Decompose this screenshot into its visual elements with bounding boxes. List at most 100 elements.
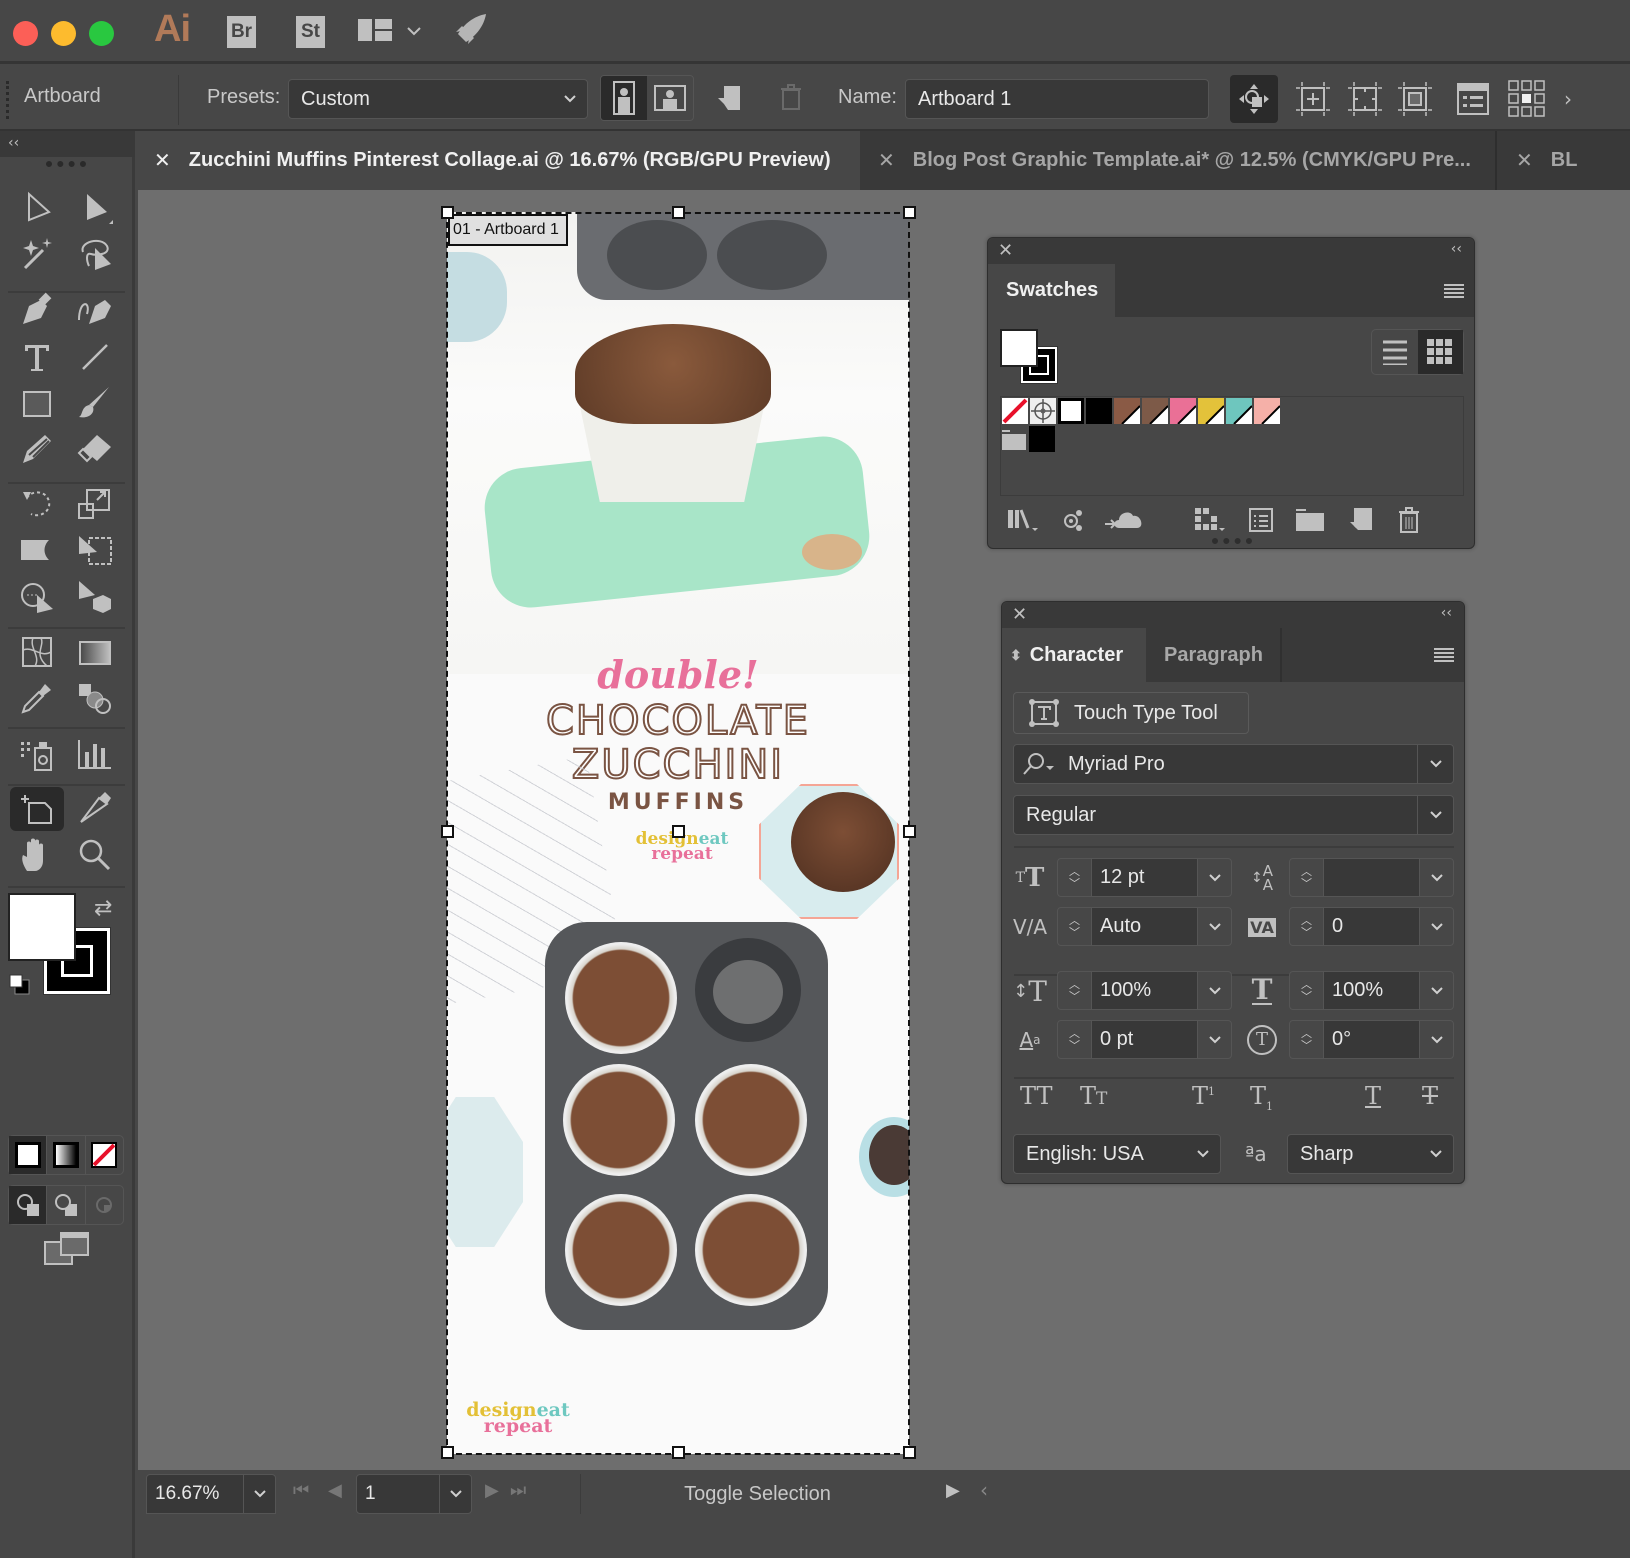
draw-normal-button[interactable] <box>9 1186 47 1224</box>
color-group-folder-icon[interactable] <box>1002 430 1026 454</box>
zoom-level-dropdown[interactable]: 16.67% <box>146 1474 276 1514</box>
eraser-tool[interactable] <box>72 428 118 470</box>
swatch-registration[interactable] <box>1030 398 1056 424</box>
panel-menu-icon[interactable] <box>1434 264 1474 317</box>
status-menu-icon[interactable]: ▶ <box>946 1480 960 1501</box>
rectangle-tool[interactable] <box>14 382 60 424</box>
resize-handle[interactable] <box>441 1446 454 1459</box>
shaper-tool[interactable] <box>14 428 60 470</box>
stepper-arrows[interactable]: ︿ ﹀ <box>1058 1021 1092 1058</box>
last-artboard-icon[interactable]: ⏭ <box>510 1480 526 1501</box>
color-mode-button[interactable] <box>9 1136 47 1174</box>
character-rotation-field[interactable]: ︿ ﹀ 0° <box>1289 1020 1454 1059</box>
stepper-arrows[interactable]: ︿ ﹀ <box>1290 859 1324 896</box>
horizontal-scale-value[interactable]: 100% <box>1324 972 1419 1009</box>
close-panel-icon[interactable]: ✕ <box>998 240 1013 261</box>
rocket-icon[interactable] <box>452 12 488 52</box>
artboard-name-label[interactable]: 01 - Artboard 1 <box>448 214 568 246</box>
previous-artboard-icon[interactable]: ◀ <box>328 1480 342 1501</box>
baseline-shift-value[interactable]: 0 pt <box>1092 1021 1197 1058</box>
chevron-down-icon[interactable] <box>1417 796 1453 834</box>
chevron-down-icon[interactable] <box>1419 859 1453 896</box>
swatch-options-icon[interactable] <box>1249 508 1273 532</box>
mesh-tool[interactable] <box>14 631 60 673</box>
tracking-value[interactable]: 0 <box>1324 908 1419 945</box>
panel-titlebar[interactable]: ✕ ‹‹ <box>1002 602 1464 628</box>
swatch-group-black[interactable] <box>1029 426 1055 452</box>
fill-color-swatch[interactable] <box>8 893 76 961</box>
chevron-down-icon[interactable] <box>1197 908 1231 945</box>
vertical-scale-value[interactable]: 100% <box>1092 972 1197 1009</box>
swatch-peach[interactable] <box>1254 398 1281 425</box>
landscape-button[interactable] <box>647 76 693 120</box>
line-segment-tool[interactable] <box>72 336 118 378</box>
tab-zucchini-muffins[interactable]: ✕ Zucchini Muffins Pinterest Collage.ai … <box>138 131 860 190</box>
none-mode-button[interactable] <box>84 1136 123 1174</box>
swap-fill-stroke-icon[interactable]: ⇄ <box>94 896 112 921</box>
shape-builder-tool[interactable] <box>14 576 60 618</box>
chevron-down-icon[interactable] <box>1419 908 1453 945</box>
artboard-name-input[interactable]: Artboard 1 <box>905 79 1209 119</box>
chevron-down-icon[interactable] <box>1197 1021 1231 1058</box>
stepper-arrows[interactable]: ︿ ﹀ <box>1058 972 1092 1009</box>
swatch-kind-menu-icon[interactable] <box>1195 508 1225 532</box>
close-panel-icon[interactable]: ✕ <box>1012 604 1027 625</box>
move-copy-artwork-button[interactable] <box>1230 75 1278 123</box>
lasso-tool[interactable] <box>72 233 118 275</box>
resize-handle[interactable] <box>441 206 454 219</box>
minimize-window-button[interactable] <box>51 21 76 46</box>
resize-handle[interactable] <box>672 206 685 219</box>
kerning-value[interactable]: Auto <box>1092 908 1197 945</box>
close-tab-icon[interactable]: ✕ <box>1516 148 1533 173</box>
panel-titlebar[interactable]: ✕ ‹‹ <box>988 238 1474 264</box>
resize-handle[interactable] <box>903 825 916 838</box>
touch-type-tool-button[interactable]: Touch Type Tool <box>1013 692 1249 734</box>
scroll-left-icon[interactable]: ‹ <box>980 1478 988 1502</box>
rotate-tool[interactable] <box>14 483 60 525</box>
resize-handle[interactable] <box>441 825 454 838</box>
overflow-chevron-icon[interactable]: › <box>1564 87 1572 111</box>
fit-selection-button[interactable] <box>1396 77 1434 121</box>
stepper-arrows[interactable]: ︿ ﹀ <box>1290 908 1324 945</box>
close-tab-icon[interactable]: ✕ <box>878 148 895 173</box>
first-artboard-icon[interactable]: ⏮ <box>293 1480 309 1501</box>
draw-behind-button[interactable] <box>46 1186 84 1224</box>
font-style-dropdown[interactable]: Regular <box>1013 795 1454 835</box>
new-swatch-icon[interactable] <box>1350 508 1372 532</box>
chevron-down-icon[interactable] <box>1197 859 1231 896</box>
stepper-arrows[interactable]: ︿ ﹀ <box>1290 972 1324 1009</box>
hand-tool[interactable] <box>14 834 60 876</box>
swatch-none[interactable] <box>1002 398 1028 424</box>
swatch-brown-2[interactable] <box>1142 398 1169 425</box>
resize-handle[interactable] <box>903 1446 916 1459</box>
font-size-field[interactable]: ︿ ﹀ 12 pt <box>1057 858 1232 897</box>
horizontal-scale-field[interactable]: ︿ ﹀ 100% <box>1289 971 1454 1010</box>
leading-field[interactable]: ︿ ﹀ <box>1289 858 1454 897</box>
strikethrough-button[interactable]: T <box>1422 1082 1438 1110</box>
resize-handle[interactable] <box>672 825 685 838</box>
chevron-down-icon[interactable] <box>243 1475 275 1513</box>
delete-swatch-icon[interactable] <box>1398 507 1420 533</box>
tab-paragraph[interactable]: Paragraph <box>1146 628 1282 682</box>
character-rotation-value[interactable]: 0° <box>1324 1021 1419 1058</box>
grip-handle[interactable] <box>6 81 10 119</box>
change-screen-mode-icon[interactable] <box>44 1232 90 1270</box>
swatch-black[interactable] <box>1086 398 1112 424</box>
paintbrush-tool[interactable] <box>72 382 118 424</box>
perspective-grid-tool[interactable] <box>72 576 118 618</box>
baseline-shift-field[interactable]: ︿ ﹀ 0 pt <box>1057 1020 1232 1059</box>
chevron-down-icon[interactable] <box>1419 1021 1453 1058</box>
grid-view-button[interactable] <box>1417 330 1463 374</box>
collapse-toolbar-icon[interactable]: ‹‹ <box>0 131 135 157</box>
tracking-field[interactable]: ︿ ﹀ 0 <box>1289 907 1454 946</box>
panel-menu-icon[interactable] <box>1424 628 1464 682</box>
cloud-library-icon[interactable] <box>1105 508 1145 532</box>
small-caps-button[interactable]: TT <box>1080 1082 1107 1110</box>
swatch-brown-1[interactable] <box>1114 398 1141 425</box>
chevron-down-icon[interactable] <box>1186 1135 1220 1173</box>
chevron-down-icon[interactable] <box>1419 972 1453 1009</box>
new-color-group-icon[interactable] <box>1296 509 1324 531</box>
magic-wand-tool[interactable] <box>14 233 60 275</box>
scale-tool[interactable] <box>72 483 118 525</box>
tab-bl[interactable]: ✕ BL <box>1500 131 1630 190</box>
